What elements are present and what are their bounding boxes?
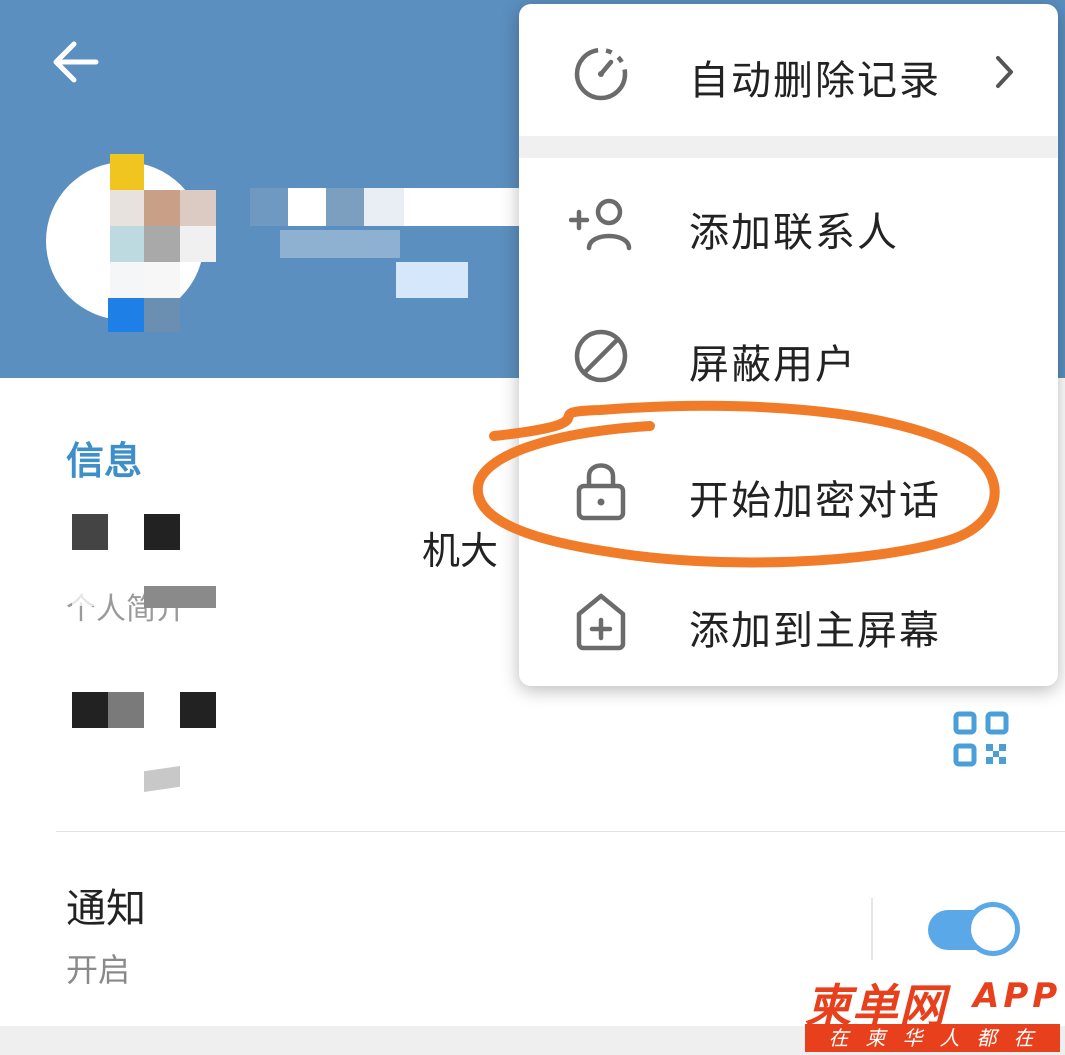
watermark-logo: 柬单网 APP 在柬华人都在用 [805,970,1062,1055]
menu-item-label: 屏蔽用户 [689,342,857,388]
menu-item-auto-delete[interactable]: 自动删除记录 [519,4,1058,134]
profile-name-blurred [250,180,530,310]
notifications-status: 开启 [66,951,131,989]
add-user-icon [569,198,632,251]
overflow-menu: 自动删除记录 添加联系人 屏蔽用户 开始加密对话 添加到主屏幕 [519,4,1058,686]
arrow-left-icon [53,41,99,83]
avatar[interactable] [40,150,220,340]
block-icon [574,329,628,383]
lock-icon [576,463,626,521]
toggle-divider [871,898,873,960]
blurred-username [72,692,108,728]
menu-separator [519,136,1058,158]
menu-item-label: 自动删除记录 [689,58,941,104]
bio-text: 机大 [422,529,499,573]
menu-item-add-to-home[interactable]: 添加到主屏幕 [519,556,1058,686]
profile-page: 信息 机大 个人简介 通知 开启 自动删除记录 添加联系人 屏蔽用户 开始加密对… [0,0,1065,1055]
notifications-toggle[interactable] [928,902,1020,956]
menu-item-secret-chat[interactable]: 开始加密对话 [519,426,1058,556]
blurred-value [72,514,108,550]
qr-code-button[interactable] [952,710,1010,768]
toggle-knob [966,902,1020,956]
menu-item-label: 添加联系人 [689,210,899,256]
home-add-icon [576,593,626,651]
menu-item-add-contact[interactable]: 添加联系人 [519,158,1058,288]
menu-item-label: 添加到主屏幕 [689,608,941,654]
info-section-title: 信息 [66,439,143,483]
chevron-right-icon [996,56,1013,88]
section-divider [56,831,1065,832]
qr-code-icon [953,711,1009,767]
watermark-slogan: 在柬华人都在用 [805,1024,1060,1055]
watermark-app: APP [973,976,1062,1016]
menu-item-block-user[interactable]: 屏蔽用户 [519,292,1058,422]
menu-item-label: 开始加密对话 [689,478,941,524]
notifications-title: 通知 [66,886,146,932]
timer-icon [574,47,628,101]
back-button[interactable] [48,34,104,90]
